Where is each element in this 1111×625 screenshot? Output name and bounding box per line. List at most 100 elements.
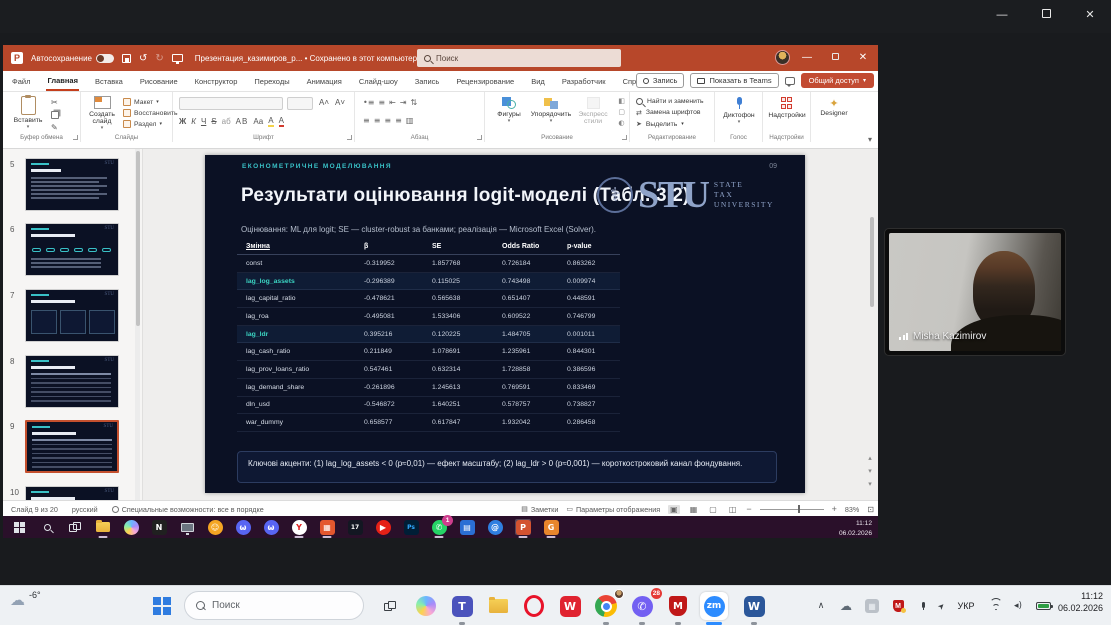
arrange-button[interactable]: Упорядочить▾ [529,97,573,124]
copilot-icon[interactable] [123,519,139,535]
file-explorer-icon[interactable] [95,519,111,535]
weather-widget[interactable]: ☁ -6° [10,593,41,608]
section-button[interactable]: Раздел▾ [123,120,178,128]
present-in-teams-button[interactable]: Показать в Teams [690,73,778,88]
tab-4[interactable]: Конструктор [194,73,239,90]
shape-fill-icon[interactable]: ◧ [618,97,625,105]
copilot-icon[interactable] [412,592,440,620]
restore-icon[interactable] [1031,9,1061,21]
docs-blue-icon[interactable]: ▤ [459,519,475,535]
shape-outline-icon[interactable]: ▢ [618,108,625,116]
display-settings-button[interactable]: ▭Параметры отображения [566,505,660,514]
fit-to-window-icon[interactable]: ⊡ [867,505,874,514]
slide-thumbnail-9[interactable]: STU [25,420,119,473]
font-style-button-1[interactable]: К [191,117,196,126]
tab-8[interactable]: Запись [414,73,441,90]
font-style-button-3[interactable]: S [211,117,216,126]
autosave-toggle[interactable] [96,54,114,63]
tab-5[interactable]: Переходы [253,73,290,90]
accessibility-status[interactable]: Специальные возможности: все в порядке [112,505,264,514]
slide-thumbnail-7[interactable]: STU [25,289,119,342]
account-avatar[interactable] [775,50,790,65]
normal-view-button[interactable]: ▣ [668,505,680,514]
font-style-button-0[interactable]: Ж [179,117,186,126]
onedrive-icon[interactable]: ☁ [837,586,855,625]
shape-effects-icon[interactable]: ◐ [618,119,625,127]
align-center-icon[interactable]: ≡ [374,116,381,125]
quick-styles-button[interactable]: Экспрессстили [577,97,609,125]
search-input[interactable]: Поиск [417,49,621,67]
copy-icon[interactable] [51,111,59,119]
powerpoint-icon[interactable]: P [515,519,531,535]
font-style-button-4[interactable]: аб [222,117,231,126]
columns-icon[interactable]: ▥ [406,116,414,125]
font-name-select[interactable] [179,97,283,110]
viber-icon[interactable]: ✆28 [628,592,656,620]
taskbar-search-input[interactable]: Поиск [184,591,364,620]
find-replace-button[interactable]: Найти и заменить [636,98,704,105]
tab-3[interactable]: Рисование [139,73,179,90]
yandex-browser-icon[interactable]: Y [291,519,307,535]
discord-icon-2[interactable]: ω [263,519,279,535]
zoom-level[interactable]: 83% [845,505,859,514]
numbering-icon[interactable]: ≡ [378,98,385,107]
font-style-button-5[interactable]: АВ [236,117,249,126]
comments-icon[interactable] [785,77,795,85]
word-icon[interactable]: W [740,592,768,620]
cut-icon[interactable]: ✂ [51,98,59,107]
slide-thumbnail-8[interactable]: STU [25,355,119,408]
tab-9[interactable]: Рецензирование [455,73,515,90]
tray-overflow-chevron-icon[interactable]: ∧ [813,586,829,625]
ppt-minimize-icon[interactable]: — [796,52,818,63]
zoom-icon[interactable]: zm [700,592,728,620]
format-painter-icon[interactable]: ✎ [51,123,59,132]
line-spacing-icon[interactable]: ⇅ [411,98,418,107]
tab-6[interactable]: Анимация [306,73,343,90]
document-title[interactable]: Презентация_казимиров_р... • Сохранено в… [195,54,417,63]
justify-icon[interactable]: ≡ [395,116,402,125]
close-icon[interactable]: ✕ [1075,8,1105,21]
addins-button[interactable]: Надстройки [765,97,809,119]
undo-icon[interactable]: ↺ [139,53,147,64]
editor-scrollbar[interactable] [869,153,875,453]
record-button[interactable]: Запись [636,73,685,88]
dialog-launcher-icon[interactable] [73,135,78,140]
discord-icon[interactable]: ω [235,519,251,535]
slide-thumbnail-10[interactable]: STU [25,486,119,500]
mcafee-icon[interactable]: M [664,592,692,620]
zoom-slider[interactable] [760,509,824,510]
whatsapp-icon[interactable]: ✆1 [431,519,447,535]
photoshop-icon[interactable]: Ps [403,519,419,535]
select-button[interactable]: ➤Выделить▾ [636,120,704,128]
mcafee-tray-icon[interactable]: M [889,586,907,625]
reading-view-button[interactable]: ▢ [707,505,719,514]
minimize-icon[interactable]: — [987,9,1017,21]
align-left-icon[interactable]: ≡ [363,116,370,125]
chat-orange-icon[interactable]: ☺ [207,519,223,535]
font-color-button[interactable]: А [279,116,284,127]
font-style-button-6[interactable]: Аа [253,117,263,126]
dialog-launcher-icon[interactable] [477,135,482,140]
battery-icon[interactable] [1033,586,1053,625]
next-slide-icon[interactable]: ▾ [864,480,876,488]
remote-desktop-icon[interactable] [179,519,195,535]
task-view-button[interactable] [376,592,404,620]
remote-clock[interactable]: 11:12 06.02.2026 [839,519,872,538]
dictate-button[interactable]: Диктофон▾ [719,97,759,125]
zoom-in-button[interactable]: + [832,504,837,514]
designer-button[interactable]: ✦ Designer [815,97,853,117]
start-slideshow-icon[interactable] [172,54,183,62]
ppt-close-icon[interactable]: ✕ [852,52,874,63]
layout-button[interactable]: Макет▾ [123,98,178,106]
host-clock[interactable]: 11:12 06.02.2026 [1058,591,1103,614]
reset-button[interactable]: Восстановить [123,109,178,117]
grow-font-button[interactable]: A˄ [319,98,329,107]
tab-11[interactable]: Разработчик [561,73,607,90]
slide-canvas[interactable]: ЕКОНОМЕТРИЧНЕ МОДЕЛЮВАННЯ 09 Результати … [205,155,805,493]
scroll-up-icon[interactable]: ▴ [864,454,876,462]
teams-icon[interactable]: T [448,592,476,620]
zoom-out-button[interactable]: − [746,504,751,514]
opera-icon[interactable] [520,592,548,620]
slide-counter[interactable]: Слайд 9 из 20 [11,505,58,514]
w-red-app-icon[interactable]: W [556,592,584,620]
